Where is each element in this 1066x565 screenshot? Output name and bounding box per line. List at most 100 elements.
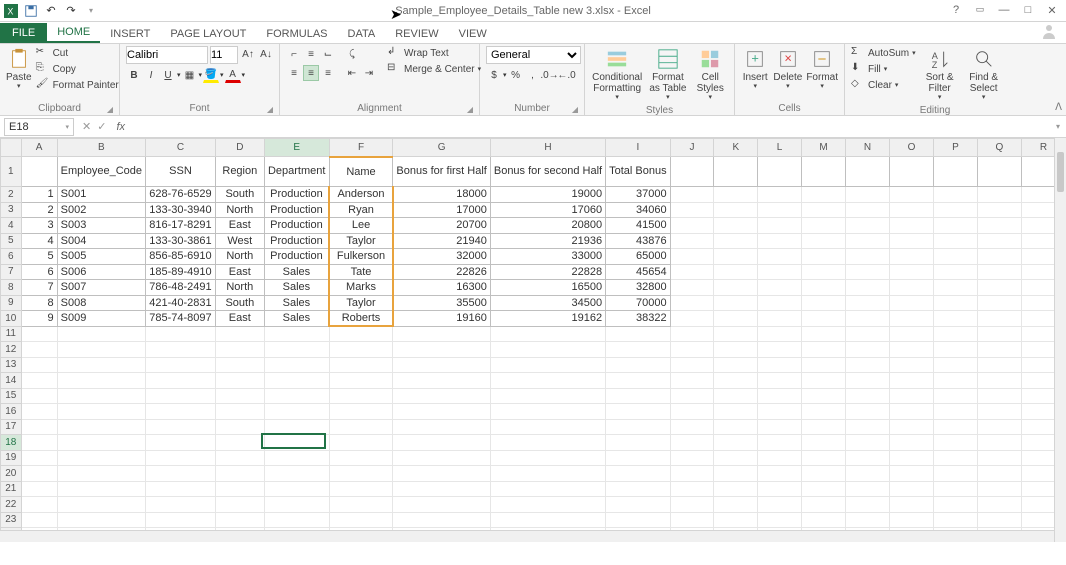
column-header[interactable]: K [714,139,758,157]
cell[interactable] [934,326,978,342]
cell[interactable] [490,342,605,358]
cell[interactable] [934,202,978,218]
collapse-ribbon-icon[interactable]: ᐱ [1055,102,1062,113]
cell[interactable] [329,450,393,466]
cell[interactable] [393,326,490,342]
cell[interactable] [57,342,145,358]
cell[interactable] [146,497,216,513]
cell[interactable] [490,373,605,389]
cell[interactable] [329,419,393,435]
cell[interactable] [977,481,1021,497]
column-header[interactable]: E [264,139,329,157]
cell[interactable] [21,404,57,420]
cell[interactable] [606,373,670,389]
cell[interactable] [21,419,57,435]
cell[interactable] [57,450,145,466]
cell[interactable] [846,481,890,497]
cell[interactable] [670,311,714,327]
cell[interactable]: 21940 [393,233,490,249]
column-header[interactable]: I [606,139,670,157]
cell[interactable] [801,357,845,373]
cell[interactable] [215,497,264,513]
column-header[interactable]: Q [977,139,1021,157]
increase-decimal-button[interactable]: .0→ [542,67,558,83]
cell[interactable] [215,388,264,404]
cell[interactable] [977,280,1021,296]
undo-icon[interactable]: ↶ [44,4,58,18]
cell[interactable] [490,450,605,466]
row-header[interactable]: 11 [1,326,22,342]
cell[interactable] [490,435,605,451]
cell[interactable] [146,466,216,482]
cell[interactable] [801,388,845,404]
cell[interactable] [57,481,145,497]
cell[interactable] [758,233,802,249]
cell[interactable]: Taylor [329,295,393,311]
cell[interactable] [215,466,264,482]
cell[interactable] [329,388,393,404]
cell[interactable]: 1 [21,187,57,203]
minimize-button[interactable]: — [996,4,1012,17]
cell[interactable] [801,157,845,187]
cell[interactable] [977,264,1021,280]
cell[interactable] [329,497,393,513]
cell[interactable] [490,357,605,373]
cell[interactable]: East [215,264,264,280]
cell[interactable]: 32000 [393,249,490,265]
cell[interactable] [57,512,145,528]
cell[interactable] [758,497,802,513]
row-header[interactable]: 17 [1,419,22,435]
cell[interactable] [329,466,393,482]
cell[interactable] [264,435,329,451]
cell[interactable]: 185-89-4910 [146,264,216,280]
row-header[interactable]: 7 [1,264,22,280]
font-name-input[interactable] [126,46,208,64]
cell[interactable] [714,512,758,528]
cell[interactable] [21,342,57,358]
row-header[interactable]: 15 [1,388,22,404]
cell[interactable] [890,388,934,404]
cell[interactable]: S001 [57,187,145,203]
cell[interactable] [393,357,490,373]
cell[interactable] [606,481,670,497]
cell[interactable]: Bonus for first Half [393,157,490,187]
spreadsheet-grid[interactable]: ABCDEFGHIJKLMNOPQR1Employee_CodeSSNRegio… [0,138,1066,542]
cell[interactable]: 421-40-2831 [146,295,216,311]
cell[interactable]: Ryan [329,202,393,218]
cell[interactable] [714,450,758,466]
tab-review[interactable]: REVIEW [385,25,448,43]
cell[interactable] [714,264,758,280]
cell[interactable] [934,497,978,513]
cell[interactable] [714,280,758,296]
format-cells-button[interactable]: Format▾ [806,46,838,93]
cell[interactable] [846,466,890,482]
row-header[interactable]: 16 [1,404,22,420]
cell[interactable]: South [215,295,264,311]
row-header[interactable]: 9 [1,295,22,311]
cell[interactable] [670,218,714,234]
cell[interactable] [714,218,758,234]
cell[interactable] [977,233,1021,249]
cell[interactable]: Bonus for second Half [490,157,605,187]
cell[interactable]: Production [264,187,329,203]
cell[interactable]: 19000 [490,187,605,203]
cell[interactable] [801,295,845,311]
cell[interactable]: S008 [57,295,145,311]
cell[interactable] [801,187,845,203]
cell[interactable] [393,373,490,389]
bold-button[interactable]: B [126,67,142,83]
cell[interactable] [977,187,1021,203]
cell[interactable] [977,342,1021,358]
align-top-button[interactable]: ⌐ [286,46,302,62]
tab-view[interactable]: VIEW [449,25,497,43]
cell[interactable] [758,326,802,342]
cell[interactable] [934,357,978,373]
cell[interactable] [977,373,1021,389]
cell[interactable] [215,342,264,358]
cell[interactable]: 8 [21,295,57,311]
cell[interactable] [670,435,714,451]
align-bottom-button[interactable]: ⌙ [320,46,336,62]
save-icon[interactable] [24,4,38,18]
cell[interactable]: 816-17-8291 [146,218,216,234]
column-header[interactable]: G [393,139,490,157]
